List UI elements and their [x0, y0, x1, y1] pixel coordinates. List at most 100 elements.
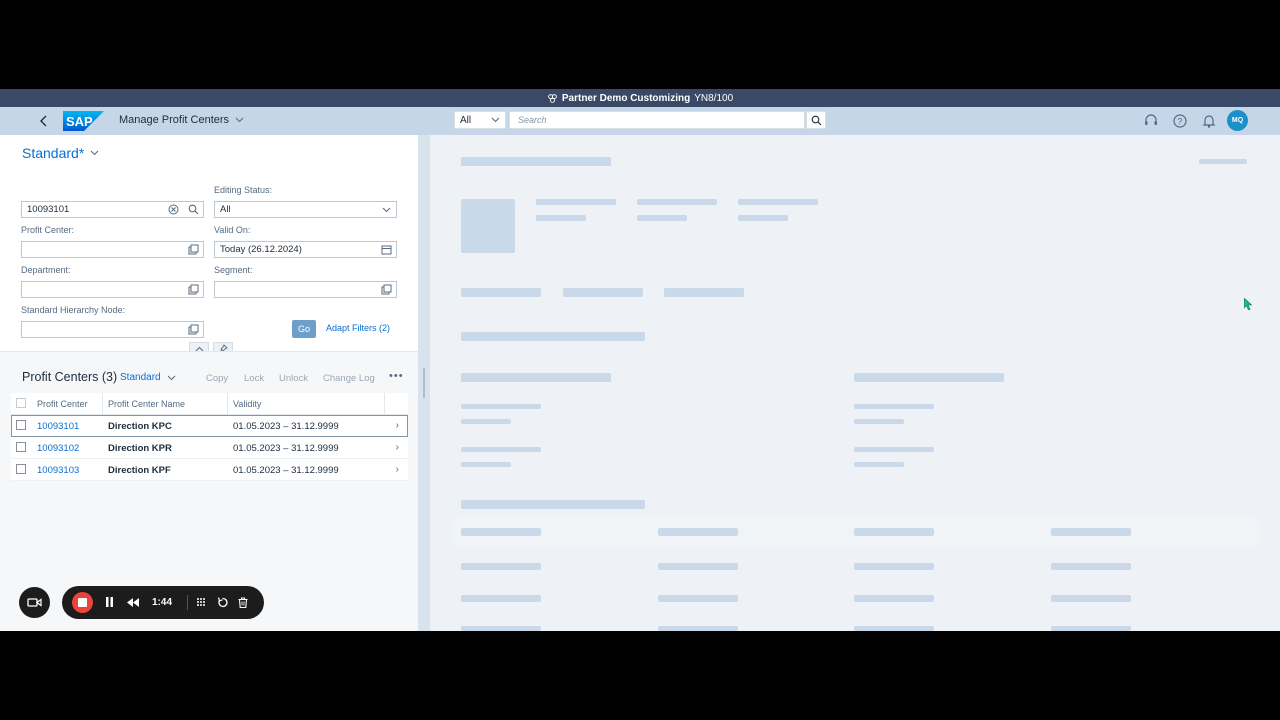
valid-on-date-field[interactable]: Today (26.12.2024) [214, 241, 397, 258]
notifications-bell-icon[interactable] [1201, 113, 1217, 129]
unlock-button[interactable]: Unlock [279, 373, 308, 384]
sap-logo[interactable]: SAP [63, 111, 104, 131]
more-actions-icon[interactable]: ••• [389, 370, 404, 382]
rewind-button[interactable] [125, 594, 141, 610]
table-row[interactable]: 10093101 Direction KPC 01.05.2023 – 31.1… [11, 415, 408, 437]
placeholder-bar [854, 462, 904, 467]
splitter-grip-icon[interactable] [423, 368, 425, 398]
placeholder-bar [738, 215, 788, 221]
table-variant-selector[interactable]: Standard [120, 372, 176, 383]
search-button[interactable] [806, 111, 826, 129]
chevron-down-icon [167, 375, 175, 380]
editing-status-label: Editing Status: [214, 185, 273, 195]
value-help-icon[interactable] [188, 244, 199, 255]
navigation-arrow-icon[interactable]: › [396, 442, 399, 453]
value-help-icon[interactable] [188, 284, 199, 295]
object-page-loading-placeholder [430, 135, 1280, 631]
column-header-name[interactable]: Profit Center Name [108, 399, 185, 409]
column-header-validity[interactable]: Validity [233, 399, 261, 409]
validity-value: 01.05.2023 – 31.12.9999 [233, 421, 339, 432]
restart-recording-button[interactable] [214, 594, 230, 610]
table-row[interactable]: 10093102 Direction KPR 01.05.2023 – 31.1… [11, 437, 408, 459]
value-help-icon[interactable] [381, 284, 392, 295]
profit-center-name: Direction KPF [108, 465, 171, 476]
help-icon[interactable]: ? [1172, 113, 1188, 129]
profit-center-field[interactable] [21, 241, 204, 258]
clear-icon[interactable] [168, 204, 179, 215]
placeholder-bar [1051, 563, 1131, 570]
pause-recording-button[interactable] [101, 594, 117, 610]
toolbar-divider [187, 595, 188, 610]
change-log-button[interactable]: Change Log [323, 373, 375, 384]
delete-recording-button[interactable] [235, 594, 251, 610]
value-help-icon[interactable] [188, 324, 199, 335]
rewind-icon [127, 597, 139, 607]
filter-variant-selector[interactable]: Standard* [22, 145, 99, 161]
placeholder-bar [637, 199, 717, 205]
segment-field[interactable] [214, 281, 397, 298]
layout-splitter[interactable] [418, 135, 430, 631]
placeholder-bar [1051, 595, 1131, 602]
svg-text:?: ? [1177, 117, 1182, 127]
recording-elapsed-time: 1:44 [152, 597, 173, 608]
placeholder-bar [854, 419, 904, 424]
placeholder-bar [854, 373, 1004, 382]
placeholder-bar [1199, 159, 1247, 164]
back-arrow-icon[interactable] [36, 113, 52, 129]
calendar-icon[interactable] [381, 244, 392, 255]
profit-center-name: Direction KPR [108, 443, 172, 454]
table-row[interactable]: 10093103 Direction KPF 01.05.2023 – 31.1… [11, 459, 408, 481]
row-checkbox[interactable] [16, 420, 26, 430]
search-input[interactable]: Search [509, 111, 805, 129]
placeholder-bar [854, 563, 934, 570]
filter-variant-label: Standard* [22, 145, 85, 161]
camera-toggle-button[interactable] [19, 587, 50, 618]
adapt-filters-button[interactable]: Adapt Filters (2) [326, 323, 390, 333]
profit-center-name: Direction KPC [108, 421, 172, 432]
placeholder-bar [461, 404, 541, 409]
placeholder-tab [664, 288, 744, 297]
search-scope-value: All [460, 114, 472, 126]
navigation-arrow-icon[interactable]: › [396, 464, 399, 475]
segment-label: Segment: [214, 265, 253, 275]
user-avatar[interactable]: MQ [1227, 110, 1248, 131]
navigation-arrow-icon[interactable]: › [396, 420, 399, 431]
editing-status-select[interactable]: All [214, 201, 397, 218]
column-header-profit-center[interactable]: Profit Center [37, 399, 88, 409]
editing-status-value: All [220, 204, 231, 215]
placeholder-tab [461, 288, 541, 297]
support-headset-icon[interactable] [1143, 113, 1159, 129]
search-scope-select[interactable]: All [454, 111, 506, 129]
row-checkbox[interactable] [16, 442, 26, 452]
profit-centers-table: Profit Center Profit Center Name Validit… [11, 393, 408, 481]
select-all-checkbox[interactable] [16, 398, 26, 408]
hierarchy-node-field[interactable] [21, 321, 204, 338]
profit-center-link[interactable]: 10093102 [37, 443, 79, 454]
search-icon[interactable] [188, 204, 199, 215]
valid-on-value: Today (26.12.2024) [220, 244, 302, 255]
row-checkbox[interactable] [16, 464, 26, 474]
profit-center-link[interactable]: 10093103 [37, 465, 79, 476]
app-title-menu[interactable]: Manage Profit Centers [119, 114, 244, 126]
drag-handle[interactable] [193, 594, 209, 610]
go-button[interactable]: Go [292, 320, 316, 338]
pause-icon [105, 597, 113, 607]
copy-button[interactable]: Copy [206, 373, 228, 384]
stop-recording-button[interactable] [72, 592, 93, 613]
screen-recorder-toolbar: 1:44 [62, 586, 264, 619]
column-divider [102, 393, 103, 415]
profit-center-link[interactable]: 10093101 [37, 421, 79, 432]
grid-dots-icon [197, 598, 205, 606]
system-title: Partner Demo Customizing [561, 92, 691, 104]
profit-center-label: Profit Center: [21, 225, 75, 235]
department-field[interactable] [21, 281, 204, 298]
shell-bar: SAP Manage Profit Centers All Search ? M… [0, 107, 1280, 135]
lock-button[interactable]: Lock [244, 373, 264, 384]
stop-icon [78, 598, 87, 607]
placeholder-bar [461, 332, 645, 341]
placeholder-bar [1051, 626, 1131, 631]
department-label: Department: [21, 265, 71, 275]
basic-search-field[interactable]: 10093101 [21, 201, 204, 218]
placeholder-image [461, 199, 515, 253]
system-icon [548, 93, 557, 103]
